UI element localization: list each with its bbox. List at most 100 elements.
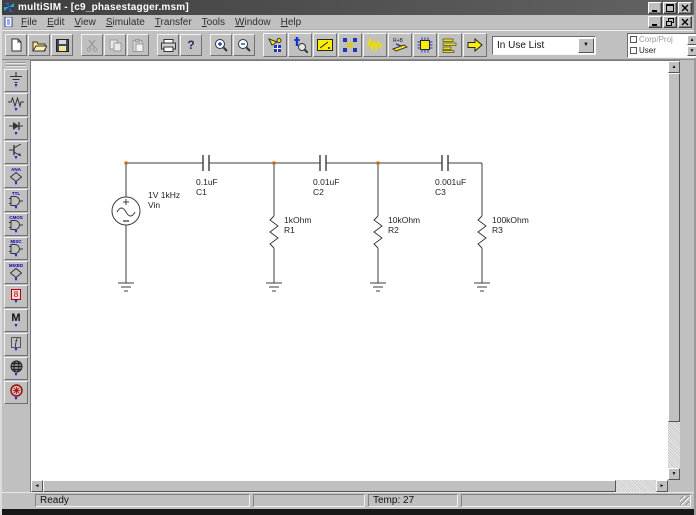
- sidebar-item-indicators[interactable]: 8 ▼: [4, 285, 28, 308]
- schematic-window: 1V 1kHz Vin 0.1uF C1 0.01uF C2 0.001uF C…: [30, 60, 680, 492]
- postprocessor-button[interactable]: [338, 33, 362, 57]
- chevron-down-icon: ▼: [14, 300, 19, 305]
- sidebar-item-ttl[interactable]: TTL ▼: [4, 189, 28, 212]
- capacitor-c2[interactable]: [320, 155, 326, 171]
- user-row[interactable]: User: [630, 45, 686, 55]
- open-folder-icon: [32, 39, 47, 52]
- capacitor-c3[interactable]: [442, 155, 448, 171]
- horizontal-scroll-thumb[interactable]: [43, 480, 616, 492]
- sidebar-item-controls[interactable]: f ▼: [4, 333, 28, 356]
- combo-dropdown-icon[interactable]: ▼: [578, 38, 594, 53]
- resistor-r1[interactable]: [270, 216, 278, 248]
- transfer-button[interactable]: [463, 33, 487, 57]
- schematic-canvas[interactable]: 1V 1kHz Vin 0.1uF C1 0.01uF C2 0.001uF C…: [31, 61, 668, 480]
- sidebar-item-mixed[interactable]: MIXED ▼: [4, 261, 28, 284]
- new-button[interactable]: [5, 34, 27, 56]
- chip-button[interactable]: [413, 33, 437, 57]
- help-button[interactable]: ?: [180, 34, 202, 56]
- close-button[interactable]: [678, 2, 692, 14]
- parts-bin-icon: [267, 37, 283, 53]
- sidebar-item-basic[interactable]: ▼: [4, 93, 28, 116]
- resistor-r3[interactable]: [478, 216, 486, 248]
- ac-source-vin[interactable]: [112, 197, 140, 225]
- sidebar-item-transistors[interactable]: ▼: [4, 141, 28, 164]
- multimeter-button[interactable]: [313, 33, 337, 57]
- c1-name-label: C1: [196, 187, 207, 197]
- source-value-label: 1V 1kHz: [148, 190, 180, 200]
- title-bar: multiSIM - [c9_phasestagger.msm]: [2, 0, 694, 15]
- sidebar-item-diodes[interactable]: ▼: [4, 117, 28, 140]
- scissors-icon: [86, 39, 98, 52]
- sidebar-item-cmos[interactable]: CMOS ▼: [4, 213, 28, 236]
- scroll-right-icon[interactable]: ►: [656, 480, 668, 492]
- horizontal-scrollbar[interactable]: ◄ ►: [31, 480, 668, 492]
- corp-proj-row[interactable]: Corp/Proj: [630, 35, 686, 45]
- sidebar-item-miscellaneous[interactable]: M ▼: [4, 309, 28, 332]
- menu-edit[interactable]: Edit: [42, 16, 69, 29]
- multimeter-icon: [317, 38, 333, 52]
- zoom-in-icon: [214, 38, 228, 52]
- sidebar-item-rf[interactable]: ▼: [4, 357, 28, 380]
- print-button[interactable]: [157, 34, 179, 56]
- paste-button[interactable]: [127, 34, 149, 56]
- db-scroll-down-icon[interactable]: ▼: [687, 46, 696, 56]
- capacitor-c1[interactable]: [203, 155, 209, 171]
- analysis-button[interactable]: [363, 33, 387, 57]
- child-restore-button[interactable]: [663, 16, 677, 28]
- chevron-down-icon: ▼: [14, 132, 19, 137]
- r2-value-label: 10kOhm: [388, 215, 420, 225]
- copy-icon: [109, 39, 122, 52]
- chevron-down-icon: ▼: [14, 182, 19, 187]
- scroll-down-icon[interactable]: ▼: [668, 468, 680, 480]
- zoom-out-button[interactable]: [233, 34, 255, 56]
- chevron-down-icon: ▼: [14, 324, 19, 329]
- minimize-button[interactable]: [648, 2, 662, 14]
- maximize-button[interactable]: [663, 2, 677, 14]
- scrollbar-corner: [668, 480, 680, 492]
- user-checkbox[interactable]: [630, 47, 637, 54]
- menu-view[interactable]: View: [69, 16, 101, 29]
- resize-grip[interactable]: [680, 496, 689, 505]
- sidebar-item-sources[interactable]: ▼: [4, 69, 28, 92]
- waveform-icon: [367, 37, 383, 53]
- vertical-scroll-thumb[interactable]: [668, 73, 680, 422]
- seven-segment-icon: 8: [11, 289, 21, 300]
- r1-name-label: R1: [284, 225, 295, 235]
- zoom-in-button[interactable]: [210, 34, 232, 56]
- vertical-scrollbar[interactable]: ▲ ▼: [668, 61, 680, 480]
- chevron-down-icon: ▼: [14, 397, 19, 402]
- child-close-button[interactable]: [678, 16, 692, 28]
- scroll-left-icon[interactable]: ◄: [31, 480, 43, 492]
- scroll-up-icon[interactable]: ▲: [668, 61, 680, 73]
- cut-button[interactable]: [81, 34, 103, 56]
- logic-gate-icon: [9, 196, 23, 206]
- sidebar-item-misc-digital[interactable]: MISC ▼: [4, 237, 28, 260]
- copy-button[interactable]: [104, 34, 126, 56]
- menu-transfer[interactable]: Transfer: [150, 16, 197, 29]
- resistor-r2[interactable]: [374, 216, 382, 248]
- breadboard-button[interactable]: R+B: [388, 33, 412, 57]
- toolbar-grip[interactable]: [6, 62, 26, 67]
- chevron-down-icon: ▼: [14, 373, 19, 378]
- in-use-list-combo[interactable]: In Use List ▼: [492, 36, 596, 55]
- corp-proj-checkbox[interactable]: [630, 36, 637, 43]
- menu-file[interactable]: File: [16, 16, 42, 29]
- breadboard-icon: R+B: [392, 37, 408, 53]
- sidebar-item-analog[interactable]: ANA ▼: [4, 165, 28, 188]
- chevron-down-icon: ▼: [14, 230, 19, 235]
- status-panel-wide: [461, 494, 691, 507]
- parts-bin-button[interactable]: [263, 33, 287, 57]
- probe-button[interactable]: [288, 33, 312, 57]
- save-button[interactable]: [51, 34, 73, 56]
- open-button[interactable]: [28, 34, 50, 56]
- menu-simulate[interactable]: Simulate: [101, 16, 150, 29]
- c2-value-label: 0.01uF: [313, 177, 339, 187]
- child-minimize-button[interactable]: [648, 16, 662, 28]
- main-toolbar: ? R+B In Use List ▼ Corp/Proj Use: [2, 30, 694, 60]
- sidebar-item-electromechanical[interactable]: ▼: [4, 381, 28, 404]
- menu-help[interactable]: Help: [276, 16, 307, 29]
- reports-button[interactable]: [438, 33, 462, 57]
- menu-window[interactable]: Window: [230, 16, 276, 29]
- db-scroll-up-icon[interactable]: ▲: [687, 35, 696, 45]
- menu-tools[interactable]: Tools: [197, 16, 230, 29]
